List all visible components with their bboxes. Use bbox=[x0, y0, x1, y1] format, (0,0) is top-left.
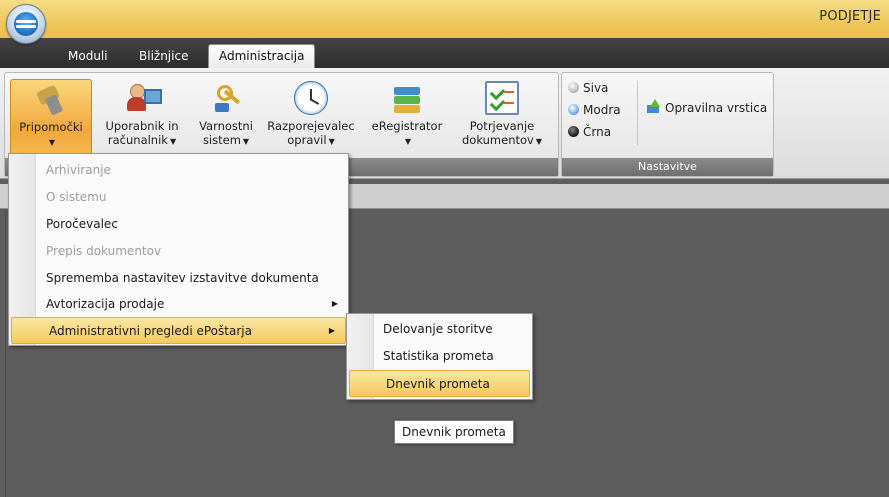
nastavitve-group-label: Nastavitve bbox=[562, 158, 773, 176]
administrativni-pregledi-label: Administrativni pregledi ePoštarja bbox=[49, 324, 252, 338]
menu-item-avtorizacija-prodaje[interactable]: Avtorizacija prodaje ▶ bbox=[9, 291, 348, 318]
pripomocki-label: Pripomočki bbox=[19, 120, 83, 134]
opravilna-vrstica-button[interactable]: Opravilna vrstica bbox=[646, 101, 767, 115]
chevron-down-icon: ▼ bbox=[242, 137, 250, 146]
chevron-down-icon: ▼ bbox=[328, 137, 335, 146]
sistem-label: sistem bbox=[202, 133, 241, 147]
opravilna-vrstica-label: Opravilna vrstica bbox=[665, 101, 768, 115]
menu-item-sprememba-nastavitev[interactable]: Sprememba nastavitev izstavitve dokument… bbox=[9, 265, 348, 292]
black-orb-icon bbox=[568, 126, 579, 137]
checklist-icon bbox=[485, 81, 519, 115]
racunalnik-label: računalnik bbox=[107, 133, 168, 147]
uporabnik-label: Uporabnik in bbox=[105, 119, 179, 133]
dokumentov-label: dokumentov bbox=[461, 133, 534, 147]
eregistrator-label: eRegistrator bbox=[371, 119, 443, 133]
submenu-item-delovanje-storitve[interactable]: Delovanje storitve bbox=[347, 316, 532, 343]
theme-option-siva[interactable]: Siva bbox=[568, 81, 608, 95]
modra-label: Modra bbox=[583, 103, 621, 117]
submenu-item-dnevnik-prometa[interactable]: Dnevnik prometa bbox=[349, 370, 530, 397]
menu-item-administrativni-pregledi[interactable]: Administrativni pregledi ePoštarja ▶ bbox=[11, 317, 346, 344]
menu-item-o-sistemu[interactable]: O sistemu bbox=[9, 184, 348, 211]
title-bar: PODJETJE bbox=[0, 0, 889, 38]
tab-bliznjice[interactable]: Bližnjice bbox=[139, 49, 188, 63]
submenu-arrow-icon: ▶ bbox=[331, 299, 338, 308]
eregistrator-button[interactable]: eRegistrator ▼ bbox=[365, 79, 449, 165]
siva-label: Siva bbox=[583, 81, 609, 95]
menu-item-arhiviranje[interactable]: Arhiviranje bbox=[9, 157, 348, 184]
gray-orb-icon bbox=[568, 82, 579, 93]
tab-moduli[interactable]: Moduli bbox=[68, 49, 108, 63]
chevron-down-icon: ▼ bbox=[404, 137, 412, 146]
crna-label: Črna bbox=[583, 125, 612, 139]
chevron-down-icon: ▼ bbox=[169, 137, 177, 146]
user-computer-icon bbox=[125, 81, 162, 115]
administrativni-pregledi-submenu: Delovanje storitve Statistika prometa Dn… bbox=[346, 313, 533, 400]
submenu-item-statistika-prometa[interactable]: Statistika prometa bbox=[347, 343, 532, 370]
app-logo-icon bbox=[14, 12, 38, 36]
varnostni-label: Varnostni bbox=[199, 119, 253, 133]
ribbon-tab-strip: Moduli Bližnjice Administracija bbox=[0, 38, 889, 68]
taskbar-home-icon bbox=[646, 101, 660, 113]
blue-orb-icon bbox=[568, 104, 579, 115]
app-title: PODJETJE bbox=[819, 9, 881, 24]
potrjevanje-dokumentov-button[interactable]: Potrjevanje dokumentov ▼ bbox=[453, 79, 551, 165]
menu-item-porocevalec[interactable]: Poročevalec bbox=[9, 211, 348, 238]
submenu-arrow-icon: ▶ bbox=[328, 326, 335, 335]
keys-icon bbox=[209, 81, 243, 115]
pripomocki-dropdown-menu: Arhiviranje O sistemu Poročevalec Prepis… bbox=[8, 153, 349, 346]
tooltip: Dnevnik prometa bbox=[394, 420, 514, 444]
chevron-down-icon: ▼ bbox=[535, 137, 542, 146]
avtorizacija-label: Avtorizacija prodaje bbox=[46, 297, 165, 311]
razporejevalec-label: Razporejevalec bbox=[267, 119, 355, 133]
menu-item-prepis-dokumentov[interactable]: Prepis dokumentov bbox=[9, 238, 348, 265]
group-divider bbox=[637, 81, 638, 145]
clock-icon bbox=[294, 81, 328, 115]
application-menu-button[interactable] bbox=[6, 4, 46, 44]
theme-option-crna[interactable]: Črna bbox=[568, 125, 611, 139]
ribbon-group-nastavitve: Siva Modra Črna Opravilna vrstica Nastav… bbox=[561, 72, 774, 177]
theme-option-modra[interactable]: Modra bbox=[568, 103, 621, 117]
chevron-down-icon: ▼ bbox=[48, 138, 56, 147]
opravil-label: opravil bbox=[287, 133, 327, 147]
potrjevanje-label: Potrjevanje bbox=[469, 119, 535, 133]
tab-administracija[interactable]: Administracija bbox=[208, 44, 316, 68]
tools-icon bbox=[34, 82, 68, 116]
books-icon bbox=[390, 81, 424, 115]
